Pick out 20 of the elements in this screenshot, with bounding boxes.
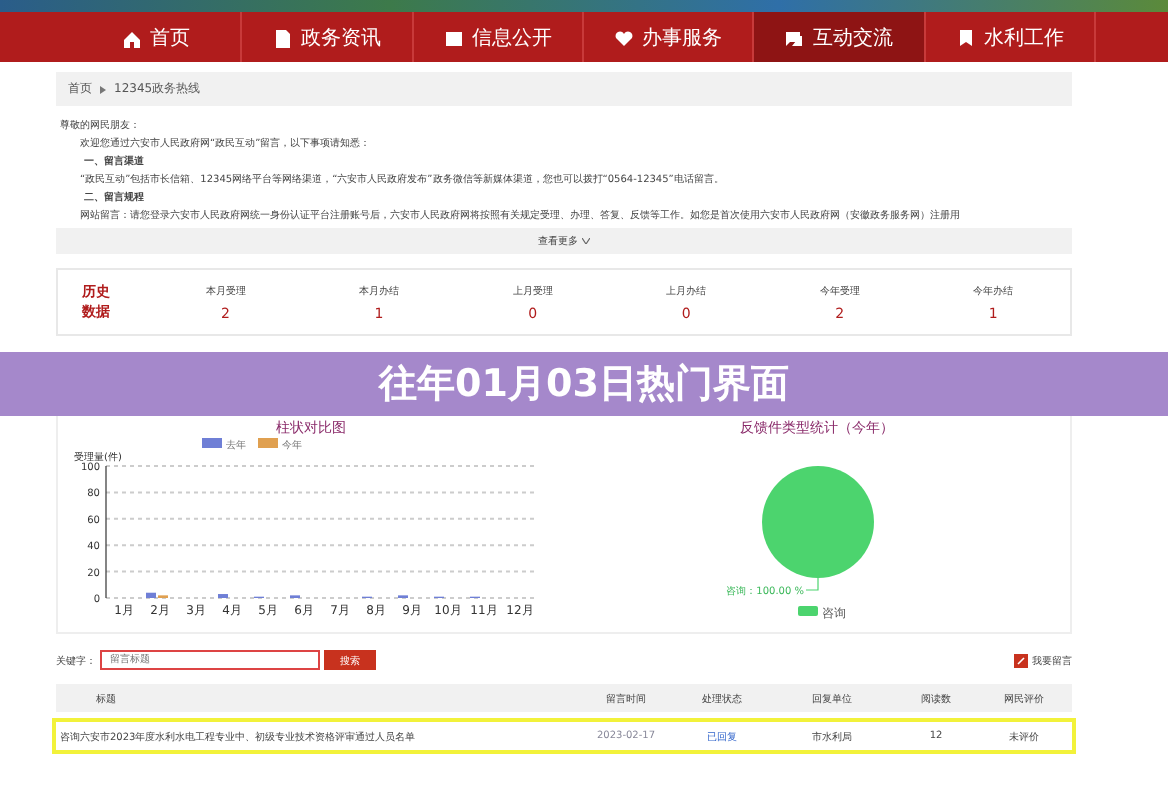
document-icon — [272, 27, 293, 47]
nav-item[interactable]: 水利工作 — [925, 12, 1096, 62]
caret-icon — [582, 238, 590, 244]
legend-swatch — [797, 606, 817, 616]
leader-line — [804, 577, 818, 591]
folder-icon — [443, 27, 464, 47]
nav-item[interactable]: 互动交流 — [754, 12, 926, 62]
nav-item[interactable]: 首页 — [72, 12, 243, 62]
chevron-icon — [100, 85, 106, 93]
legend-swatch — [257, 438, 277, 448]
nav-item[interactable]: 政务资讯 — [242, 12, 414, 62]
home-icon — [122, 27, 143, 47]
title-banner: 往年01月03日热门界面 — [0, 352, 1168, 416]
pie-slice — [761, 466, 873, 578]
nav-item[interactable]: 信息公开 — [413, 12, 584, 62]
heart-icon — [614, 27, 635, 47]
chat-icon — [784, 27, 805, 47]
bookmark-icon — [955, 27, 976, 47]
pencil-icon — [1014, 653, 1028, 667]
legend-swatch — [201, 438, 221, 448]
